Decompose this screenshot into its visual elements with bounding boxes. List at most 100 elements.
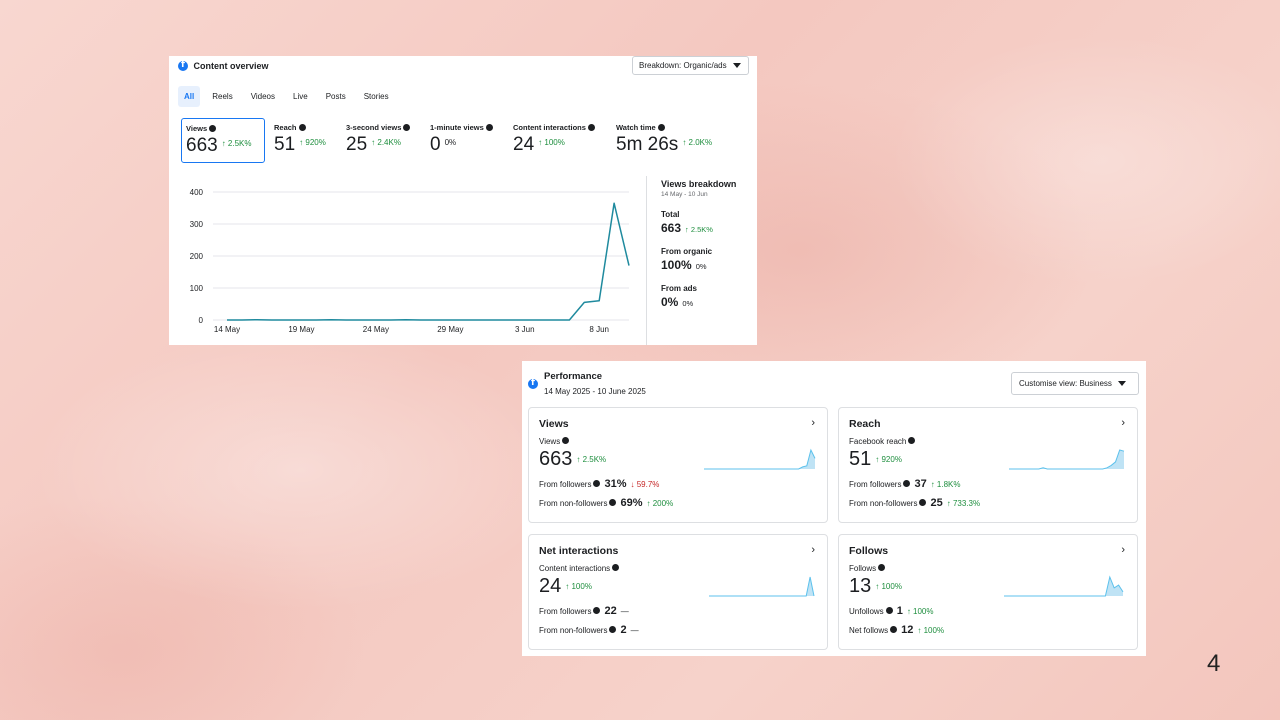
- metric-change: ↑ 2.4K%: [371, 138, 401, 148]
- row-label: From followers: [539, 607, 592, 616]
- customise-view-dropdown[interactable]: Customise view: Business: [1011, 372, 1139, 395]
- views-line-chart: 0 100 200 300 400 14 May 19 May 24 May 29 May 3 J…: [190, 188, 630, 334]
- card-sublabel: Content interactions: [539, 564, 611, 573]
- x-tick-label: 3 Jun: [515, 325, 535, 334]
- follows-sparkline: [1004, 575, 1124, 597]
- sparkline-line: [1009, 449, 1125, 470]
- breakdown-label-total: Total: [661, 210, 680, 219]
- metric-watch-time[interactable]: Watch time 5m 26s ↑ 2.0K%: [612, 118, 727, 163]
- info-icon: [298, 123, 306, 131]
- tab-posts[interactable]: Posts: [320, 86, 352, 107]
- metric-value: 5m 26s: [616, 134, 679, 155]
- views-sparkline: [704, 448, 816, 470]
- sparkline-line: [709, 576, 815, 597]
- card-sublabel: Follows: [849, 564, 877, 573]
- row-value: 69%: [620, 497, 643, 509]
- breakdown-value-organic: 100%: [661, 258, 692, 272]
- x-tick-label: 24 May: [363, 325, 389, 334]
- y-tick-label: 100: [190, 284, 204, 293]
- card-value: 13: [849, 575, 872, 597]
- info-icon: [878, 564, 886, 572]
- x-tick-label: 19 May: [288, 325, 314, 334]
- breakdown-label-organic: From organic: [661, 247, 713, 256]
- content-overview-title: Content overview: [193, 60, 269, 71]
- x-tick-label: 14 May: [214, 325, 240, 334]
- metric-value: 25: [346, 134, 368, 155]
- row-label: From followers: [539, 480, 592, 489]
- card-change: ↑ 100%: [565, 582, 592, 591]
- chevron-right-icon[interactable]: ›: [1121, 417, 1125, 429]
- card-title: Reach: [849, 418, 881, 430]
- views-breakdown: Views breakdown 14 May - 10 Jun Total 66…: [646, 176, 757, 345]
- tab-live[interactable]: Live: [287, 86, 314, 107]
- tab-videos[interactable]: Videos: [245, 86, 281, 107]
- breakdown-value-ads: 0%: [661, 295, 679, 309]
- performance-date-range: 14 May 2025 - 10 June 2025: [544, 387, 646, 396]
- reach-card[interactable]: Reach › Facebook reach 51 ↑ 920% From fol…: [838, 407, 1138, 523]
- metric-value: 24: [513, 134, 535, 155]
- info-icon: [612, 564, 620, 572]
- row-value: 2: [620, 624, 627, 636]
- tab-all[interactable]: All: [178, 86, 201, 107]
- row-value: 22: [604, 605, 617, 617]
- row-change: ↑ 200%: [646, 499, 674, 508]
- metric-change: ↑ 2.0K%: [682, 138, 713, 148]
- metric-change: ↑ 2.5K%: [221, 139, 252, 149]
- tab-reels[interactable]: Reels: [206, 86, 238, 107]
- breakdown-label-ads: From ads: [661, 284, 698, 293]
- views-series-line: [227, 202, 630, 321]
- metric-reach[interactable]: Reach 51 ↑ 920%: [270, 118, 340, 163]
- card-sublabel: Facebook reach: [849, 437, 907, 446]
- net-interactions-sparkline: [709, 576, 815, 597]
- card-value: 51: [849, 448, 872, 470]
- metric-content-interactions[interactable]: Content interactions 24 ↑ 100%: [509, 118, 609, 163]
- performance-title: Performance: [544, 371, 603, 382]
- views-breakdown-date: 14 May - 10 Jun: [661, 191, 708, 198]
- info-icon: [609, 499, 617, 507]
- row-change: ↑ 100%: [906, 607, 934, 616]
- row-change: ↑ 733.3%: [946, 499, 981, 508]
- row-change: —: [630, 626, 639, 635]
- tab-stories[interactable]: Stories: [358, 86, 395, 107]
- x-tick-label: 29 May: [437, 325, 463, 334]
- sparkline-line: [704, 448, 816, 470]
- card-value: 663: [539, 448, 573, 470]
- x-tick-label: 8 Jun: [589, 325, 609, 334]
- metric-label: 1-minute views: [430, 123, 484, 132]
- metric-change: 0%: [444, 138, 457, 148]
- info-icon: [587, 123, 595, 131]
- caret-down-icon: [732, 63, 741, 69]
- chevron-right-icon[interactable]: ›: [811, 417, 815, 429]
- sparkline-area: [1004, 577, 1123, 596]
- metric-label: Reach: [274, 123, 297, 132]
- follows-card[interactable]: Follows › Follows 13 ↑ 100% Unfollows 1 ↑ 1…: [838, 534, 1138, 650]
- chevron-right-icon[interactable]: ›: [811, 544, 815, 556]
- facebook-icon: [528, 378, 538, 389]
- chevron-right-icon[interactable]: ›: [1121, 544, 1125, 556]
- content-overview-header: Content overview: [178, 60, 269, 71]
- info-icon: [657, 123, 665, 131]
- metric-1-minute-views[interactable]: 1-minute views 0 0%: [426, 118, 508, 163]
- row-label: From followers: [849, 480, 902, 489]
- info-icon: [593, 607, 601, 615]
- row-change: ↑ 1.8K%: [930, 480, 961, 489]
- metric-views[interactable]: Views 663 ↑ 2.5K%: [181, 118, 265, 163]
- metrics-row: Views 663 ↑ 2.5K% Reach 51 ↑ 920% 3-second…: [181, 118, 741, 164]
- y-tick-label: 400: [190, 188, 204, 197]
- metric-3-second-views[interactable]: 3-second views 25 ↑ 2.4K%: [342, 118, 424, 163]
- views-breakdown-title: Views breakdown: [661, 179, 737, 189]
- sparkline-area: [1009, 450, 1124, 469]
- views-card[interactable]: Views › Views 663 ↑ 2.5K% From followers 3…: [528, 407, 828, 523]
- row-label: From non-followers: [539, 499, 608, 508]
- row-value: 12: [901, 624, 914, 636]
- info-icon: [403, 123, 411, 131]
- metric-change: ↑ 100%: [538, 138, 565, 148]
- breakdown-dropdown[interactable]: Breakdown: Organic/ads: [632, 56, 749, 75]
- card-change: ↑ 100%: [875, 582, 902, 591]
- card-change: ↑ 2.5K%: [576, 455, 607, 464]
- caret-down-icon: [1117, 381, 1126, 387]
- card-change: ↑ 920%: [875, 455, 902, 464]
- row-label: Net follows: [849, 626, 889, 635]
- sparkline-area: [709, 577, 814, 596]
- net-interactions-card[interactable]: Net interactions › Content interactions …: [528, 534, 828, 650]
